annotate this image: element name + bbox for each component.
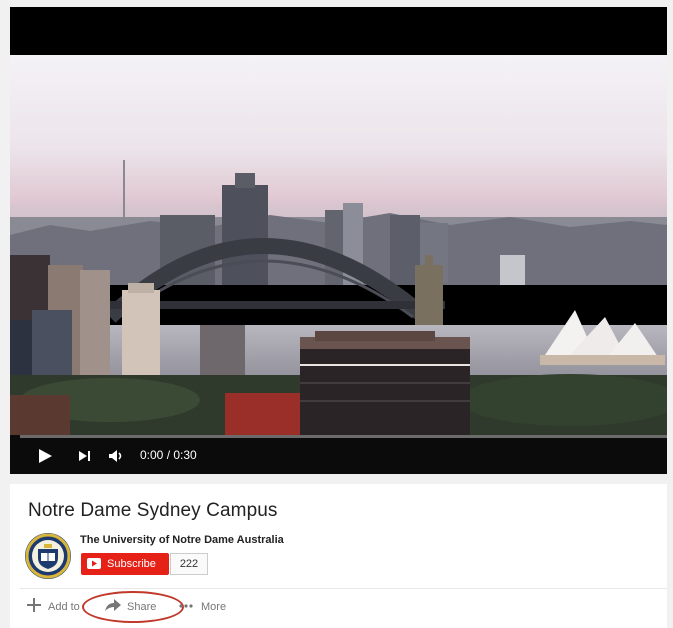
video-frame[interactable]	[10, 55, 667, 435]
video-info-panel: Notre Dame Sydney Campus The University …	[10, 484, 667, 628]
more-button[interactable]: More	[178, 596, 238, 618]
channel-name-link[interactable]: The University of Notre Dame Australia	[80, 534, 284, 546]
volume-button[interactable]	[108, 447, 126, 465]
next-icon	[79, 451, 90, 461]
more-dots-icon	[179, 604, 193, 608]
channel-avatar[interactable]	[24, 532, 72, 580]
action-bar: Add to Share More	[10, 590, 667, 626]
divider	[20, 588, 667, 589]
page-frame: 0:00 / 0:30 Notre Dame Sydney Campus The…	[0, 0, 673, 628]
play-button[interactable]	[36, 447, 54, 465]
add-to-button[interactable]: Add to	[26, 596, 86, 618]
add-to-label: Add to	[48, 601, 80, 613]
share-highlight-circle	[82, 591, 184, 623]
more-label: More	[201, 601, 227, 613]
subscribe-button[interactable]: Subscribe	[81, 553, 169, 575]
next-button[interactable]	[76, 447, 94, 465]
subscribe-label: Subscribe	[107, 558, 156, 570]
progress-bar[interactable]	[20, 435, 667, 438]
video-player[interactable]: 0:00 / 0:30	[10, 7, 667, 474]
video-title: Notre Dame Sydney Campus	[28, 500, 278, 521]
time-display: 0:00 / 0:30	[140, 448, 197, 462]
subscriber-count: 222	[170, 553, 208, 575]
play-icon	[39, 449, 52, 463]
sydney-harbour-video-still	[10, 55, 667, 435]
university-crest-logo	[25, 533, 71, 579]
plus-icon	[27, 598, 41, 612]
player-controls: 0:00 / 0:30	[10, 435, 667, 474]
volume-icon	[109, 450, 122, 462]
youtube-logo-icon	[87, 558, 101, 569]
